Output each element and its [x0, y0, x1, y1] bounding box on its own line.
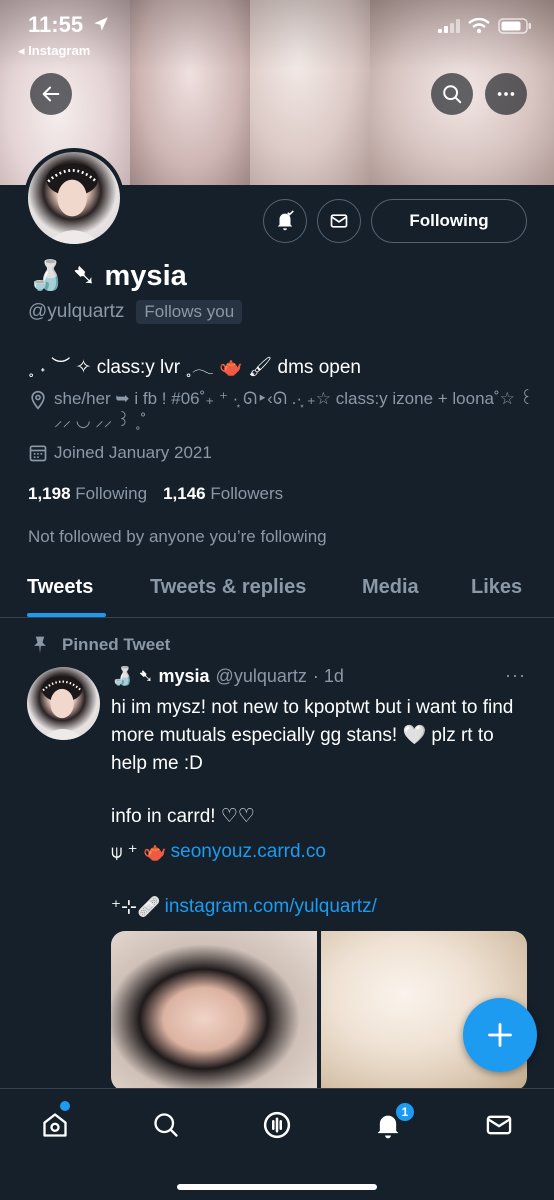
- tweet-media: [111, 931, 527, 1091]
- back-button[interactable]: [30, 73, 72, 115]
- profile-tabs: Tweets Tweets & replies Media Likes: [0, 560, 554, 618]
- status-time: 11:55: [28, 12, 84, 37]
- notifications-badge: 1: [394, 1101, 416, 1123]
- tab-media[interactable]: Media: [362, 576, 419, 599]
- back-to-instagram-link[interactable]: ◂ Instagram: [18, 43, 90, 59]
- home-new-indicator: [60, 1101, 70, 1111]
- signal-icon: [438, 19, 460, 33]
- followers-label: Followers: [210, 484, 284, 503]
- nav-search[interactable]: [146, 1105, 186, 1145]
- search-icon: [443, 85, 462, 104]
- home-icon: [43, 1113, 67, 1137]
- tweet-time: · 1d: [312, 666, 344, 686]
- more-horizontal-icon: [497, 92, 515, 96]
- followers-count-link[interactable]: 1,146 Followers: [163, 484, 283, 504]
- link1-prefix: ⍦ ⁺ 🫖: [111, 842, 167, 863]
- nav-home[interactable]: [35, 1105, 75, 1145]
- wifi-icon: [468, 18, 490, 34]
- arrow-left-icon: [42, 86, 60, 102]
- joined-date: Joined January 2021: [54, 443, 212, 462]
- carrd-link[interactable]: seonyouz.carrd.co: [171, 841, 326, 863]
- avatar-image: [46, 163, 102, 244]
- tab-likes[interactable]: Likes: [471, 576, 522, 599]
- status-indicators: [438, 18, 532, 34]
- message-button[interactable]: [317, 199, 361, 243]
- tweet-header: 🍶 ➷ mysia @yulquartz · 1d: [111, 666, 344, 687]
- battery-icon: [498, 18, 531, 34]
- calendar-icon: [29, 445, 47, 462]
- tweet-author-handle[interactable]: @yulquartz: [216, 666, 307, 687]
- location-row: she/her ➥ i fb ! #06˚₊ ⁺ ·͙ ᘏ‣‹ᘏ .·͙ ₊☆ …: [28, 388, 538, 432]
- tweet-avatar[interactable]: [27, 667, 100, 740]
- more-options-button[interactable]: [485, 73, 527, 115]
- profile-avatar[interactable]: [24, 148, 124, 248]
- tweet-link-row-2: ⁺⊹🩹 instagram.com/yulquartz/: [111, 895, 377, 919]
- active-tab-indicator: [27, 613, 106, 617]
- following-count-link[interactable]: 1,198 Following: [28, 484, 147, 504]
- home-indicator: [177, 1184, 377, 1190]
- handle: @yulquartz: [28, 301, 125, 322]
- location-arrow-icon: [94, 17, 108, 31]
- link2-prefix: ⁺⊹🩹: [111, 897, 161, 918]
- follow-counts: 1,198 Following 1,146 Followers: [28, 484, 283, 504]
- mutual-followers-note: Not followed by anyone you’re following: [28, 527, 327, 546]
- following-label: Following: [75, 484, 148, 503]
- location-text: she/her ➥ i fb ! #06˚₊ ⁺ ·͙ ᘏ‣‹ᘏ .·͙ ₊☆ …: [54, 389, 533, 430]
- tweet-text: hi im mysz! not new to kpoptwt but i wan…: [111, 697, 514, 774]
- search-profile-button[interactable]: [431, 73, 473, 115]
- tweet-link-row-1: ⍦ ⁺ 🫖 seonyouz.carrd.co: [111, 840, 326, 864]
- following-button[interactable]: Following: [371, 199, 527, 243]
- bell-check-icon: [277, 210, 294, 231]
- instagram-link[interactable]: instagram.com/yulquartz/: [165, 896, 377, 918]
- tab-tweets[interactable]: Tweets: [27, 576, 93, 599]
- plus-icon: [488, 1023, 512, 1047]
- status-bar: 11:55 ◂ Instagram: [0, 0, 554, 60]
- tab-tweets-replies[interactable]: Tweets & replies: [150, 576, 306, 599]
- pinned-label-text: Pinned Tweet: [62, 635, 171, 654]
- envelope-icon: [330, 214, 348, 228]
- tweet-author-name[interactable]: 🍶 ➷ mysia: [111, 666, 210, 687]
- bottom-navigation: 1: [0, 1088, 554, 1200]
- search-icon: [154, 1113, 178, 1137]
- tweet-more-button[interactable]: ···: [505, 665, 526, 686]
- following-count: 1,198: [28, 484, 71, 503]
- followers-count: 1,146: [163, 484, 206, 503]
- nav-spaces[interactable]: [257, 1105, 297, 1145]
- handle-row: @yulquartz Follows you: [28, 300, 243, 324]
- joined-row: Joined January 2021: [28, 443, 212, 463]
- display-name: 🍶 ➷ mysia: [28, 260, 187, 292]
- pin-icon: [34, 636, 46, 654]
- spaces-icon: [263, 1111, 291, 1139]
- bio: ˳ ˖ ︶ ✧ class:y lvr ˳𓂃 🫖 🖌 dms open: [28, 357, 361, 378]
- compose-tweet-button[interactable]: [463, 998, 537, 1072]
- nav-messages[interactable]: [479, 1105, 519, 1145]
- location-pin-icon: [31, 390, 45, 410]
- tweet-text-line2: info in carrd! ♡♡: [111, 806, 255, 827]
- tweet-avatar-image: [41, 675, 86, 740]
- pinned-tweet-label: Pinned Tweet: [30, 635, 170, 655]
- tweet-photo-1[interactable]: [111, 931, 317, 1091]
- follows-you-badge: Follows you: [136, 300, 243, 324]
- notifications-toggle-button[interactable]: [263, 199, 307, 243]
- envelope-icon: [486, 1115, 512, 1135]
